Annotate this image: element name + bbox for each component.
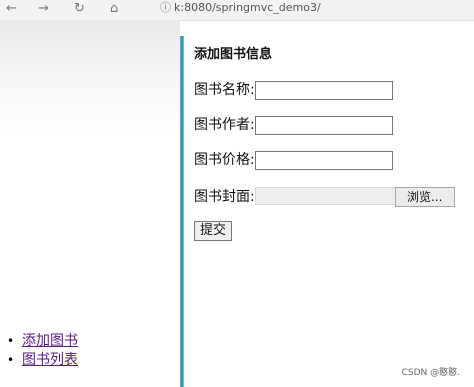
refresh-icon[interactable]: ↻ xyxy=(74,0,85,18)
forward-arrow-icon[interactable]: → xyxy=(38,0,49,18)
address-url: k:8080/springmvc_demo3/ xyxy=(174,1,321,14)
home-icon[interactable]: ⌂ xyxy=(110,0,118,18)
address-bar[interactable]: ⓘ k:8080/springmvc_demo3/ xyxy=(160,0,450,18)
browser-toolbar: ← → ↻ ⌂ ⓘ k:8080/springmvc_demo3/ xyxy=(0,0,474,21)
price-field[interactable] xyxy=(254,150,393,170)
nav-list: • 添加图书 • 图书列表 xyxy=(7,332,78,370)
add-book-link[interactable]: 添加图书 xyxy=(22,333,78,349)
list-item: • 图书列表 xyxy=(7,351,78,370)
back-arrow-icon[interactable]: ← xyxy=(6,0,17,18)
price-label: 图书价格: xyxy=(194,152,255,168)
author-row: 图书作者: xyxy=(194,115,393,135)
book-list-link[interactable]: 图书列表 xyxy=(22,352,78,368)
author-field[interactable] xyxy=(254,115,393,135)
submit-button[interactable]: 提交 xyxy=(194,221,232,241)
author-label: 图书作者: xyxy=(194,117,255,133)
cover-row: 图书封面: 浏览... xyxy=(194,187,455,207)
list-item: • 添加图书 xyxy=(7,332,78,351)
file-path-field[interactable] xyxy=(254,187,396,205)
frame-divider xyxy=(180,36,184,387)
file-input[interactable]: 浏览... xyxy=(254,187,455,207)
main-frame: 添加图书信息 图书名称: 图书作者: 图书价格: 图书封面: 浏览... 提交 xyxy=(186,36,474,387)
info-icon: ⓘ xyxy=(160,1,171,14)
page-title: 添加图书信息 xyxy=(194,47,273,62)
cover-label: 图书封面: xyxy=(194,189,255,205)
name-field[interactable] xyxy=(254,80,393,100)
browse-button[interactable]: 浏览... xyxy=(394,187,455,207)
name-label: 图书名称: xyxy=(194,82,255,98)
price-row: 图书价格: xyxy=(194,150,393,170)
bullet-icon: • xyxy=(7,353,15,367)
bullet-icon: • xyxy=(7,334,15,348)
name-row: 图书名称: xyxy=(194,80,393,100)
watermark: CSDN @憨憨. xyxy=(401,368,460,378)
